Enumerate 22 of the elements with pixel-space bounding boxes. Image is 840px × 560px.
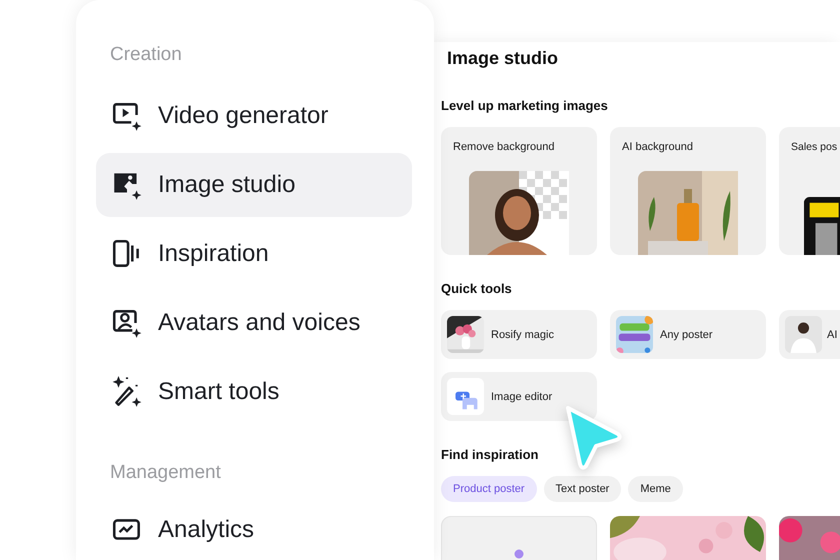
feature-card[interactable]: Remove background	[441, 127, 597, 255]
tool-card[interactable]: AI	[779, 310, 840, 359]
nav-item[interactable]: Smart tools	[96, 360, 412, 424]
nav-item[interactable]: Inspiration	[96, 222, 412, 286]
tool-card[interactable]: Image editor	[441, 372, 597, 421]
nav-item[interactable]: Avatars and voices	[96, 291, 412, 355]
nav-item[interactable]: Analytics	[96, 498, 412, 560]
tool-card[interactable]: Any poster	[610, 310, 766, 359]
section-heading: Find inspiration	[441, 447, 540, 464]
section-heading: Level up marketing images	[441, 98, 609, 115]
feature-card[interactable]: Sales pos	[779, 127, 840, 255]
section-heading: Creation	[109, 44, 183, 67]
filter-chip[interactable]: Meme	[628, 476, 683, 502]
filter-chip[interactable]: Product poster	[441, 476, 537, 502]
tool-card[interactable]: Rosify magic	[441, 310, 597, 359]
nav-item[interactable]: Image studio	[96, 153, 412, 217]
filter-chip[interactable]: Text poster	[544, 476, 622, 502]
nav-item[interactable]: Video generator	[96, 84, 412, 148]
feature-card[interactable]: AI background	[610, 127, 766, 255]
section-heading: Quick tools	[441, 281, 513, 298]
section-heading: Management	[109, 462, 222, 485]
page-title: Image studio	[447, 48, 560, 70]
